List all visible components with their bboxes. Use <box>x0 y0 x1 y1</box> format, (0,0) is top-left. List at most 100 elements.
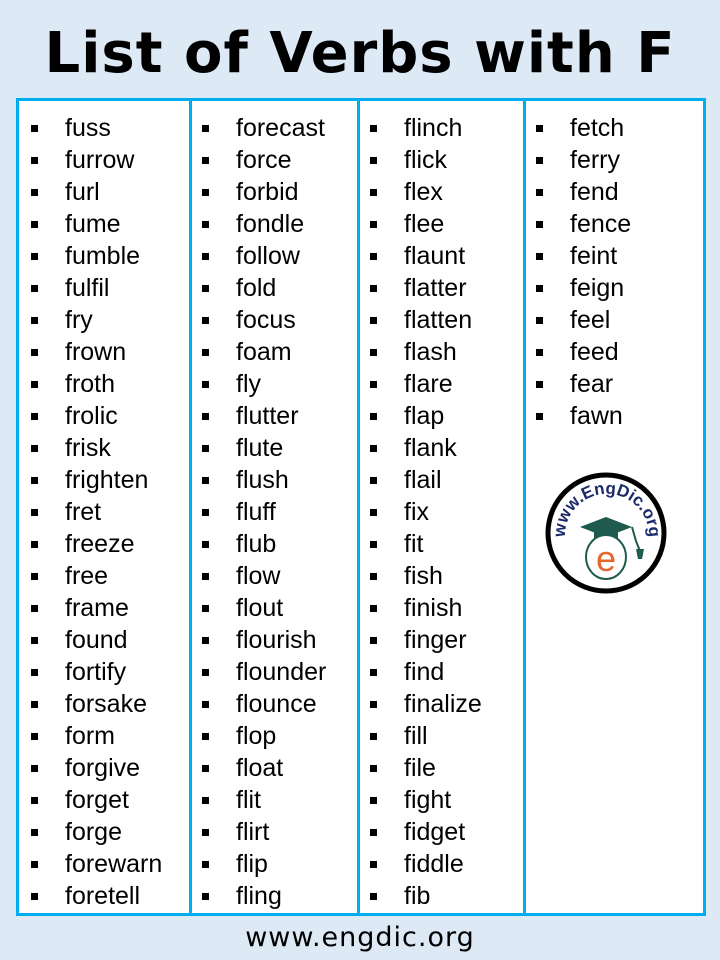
verb-list-item: flow <box>192 560 357 592</box>
square-bullet-icon <box>31 764 38 772</box>
verb-column-4: fetch ferry fend fence feint feign feel feed fea… <box>523 101 706 913</box>
verb-text: flow <box>236 562 281 590</box>
square-bullet-icon <box>31 380 38 388</box>
square-bullet-icon <box>202 700 209 708</box>
square-bullet-icon <box>31 124 38 132</box>
verb-list-item: fortify <box>19 656 186 688</box>
verb-list-item: finish <box>360 592 523 624</box>
verb-text: finalize <box>404 690 482 718</box>
square-bullet-icon <box>536 252 543 260</box>
square-bullet-icon <box>536 124 543 132</box>
verb-text: fib <box>404 882 431 910</box>
verb-text: find <box>404 658 445 686</box>
verb-text: flank <box>404 434 457 462</box>
square-bullet-icon <box>202 668 209 676</box>
verb-list-item: fly <box>192 368 357 400</box>
verb-text: fend <box>570 178 619 206</box>
verb-text: forecast <box>236 114 325 142</box>
verb-list-item: furl <box>19 176 186 208</box>
verb-list-item: flounder <box>192 656 357 688</box>
verb-list-item: forewarn <box>19 848 186 880</box>
verb-text: frown <box>65 338 127 366</box>
verb-list-item: flutter <box>192 400 357 432</box>
square-bullet-icon <box>202 316 209 324</box>
square-bullet-icon <box>370 636 377 644</box>
square-bullet-icon <box>202 380 209 388</box>
square-bullet-icon <box>370 796 377 804</box>
verb-column-3: flinch flick flex flee flaunt flatter flatten f… <box>357 101 523 913</box>
square-bullet-icon <box>31 476 38 484</box>
verb-list-item: flee <box>360 208 523 240</box>
verb-text: force <box>236 146 292 174</box>
square-bullet-icon <box>31 572 38 580</box>
svg-text:e: e <box>596 538 616 579</box>
square-bullet-icon <box>370 412 377 420</box>
square-bullet-icon <box>31 284 38 292</box>
verb-list-item: fry <box>19 304 186 336</box>
square-bullet-icon <box>370 764 377 772</box>
verb-list-item: fetch <box>526 112 706 144</box>
verb-list-item: feign <box>526 272 706 304</box>
square-bullet-icon <box>31 604 38 612</box>
verb-list-item: flap <box>360 400 523 432</box>
verb-list-item: fulfil <box>19 272 186 304</box>
verb-text: fetch <box>570 114 625 142</box>
square-bullet-icon <box>202 636 209 644</box>
verb-list-item: fend <box>526 176 706 208</box>
verb-text: fry <box>65 306 93 334</box>
verb-column-2: forecast force forbid fondle follow fold focus… <box>189 101 357 913</box>
verb-text: fortify <box>65 658 127 686</box>
verb-list-item: fume <box>19 208 186 240</box>
square-bullet-icon <box>370 284 377 292</box>
square-bullet-icon <box>536 156 543 164</box>
square-bullet-icon <box>536 348 543 356</box>
verb-list-item: find <box>360 656 523 688</box>
verb-list-item: fear <box>526 368 706 400</box>
square-bullet-icon <box>202 476 209 484</box>
verb-list-item: fondle <box>192 208 357 240</box>
verb-text: fence <box>570 210 632 238</box>
verb-text: finish <box>404 594 463 622</box>
verb-list-item: flick <box>360 144 523 176</box>
verb-list-item: feint <box>526 240 706 272</box>
square-bullet-icon <box>202 604 209 612</box>
verb-text: ferry <box>570 146 620 174</box>
verb-list-item: flank <box>360 432 523 464</box>
square-bullet-icon <box>202 220 209 228</box>
square-bullet-icon <box>31 668 38 676</box>
square-bullet-icon <box>370 188 377 196</box>
verb-list-item: flex <box>360 176 523 208</box>
verb-list-item: feel <box>526 304 706 336</box>
square-bullet-icon <box>31 316 38 324</box>
verb-text: freeze <box>65 530 135 558</box>
verb-text: fluff <box>236 498 276 526</box>
square-bullet-icon <box>202 892 209 900</box>
verb-text: fidget <box>404 818 466 846</box>
square-bullet-icon <box>370 476 377 484</box>
verb-list-item: follow <box>192 240 357 272</box>
square-bullet-icon <box>370 220 377 228</box>
verb-list-item: furrow <box>19 144 186 176</box>
verb-list-item: forbid <box>192 176 357 208</box>
verb-list-item: flit <box>192 784 357 816</box>
verb-list-item: fill <box>360 720 523 752</box>
verb-text: float <box>236 754 284 782</box>
verb-text: forgive <box>65 754 141 782</box>
verb-list-item: feed <box>526 336 706 368</box>
verb-list-item: flounce <box>192 688 357 720</box>
verb-list-item: fit <box>360 528 523 560</box>
verb-text: finger <box>404 626 467 654</box>
verb-text: frighten <box>65 466 149 494</box>
square-bullet-icon <box>370 572 377 580</box>
verb-text: furrow <box>65 146 135 174</box>
verb-list-item: fret <box>19 496 186 528</box>
verb-table: fuss furrow furl fume fumble fulfil fry frown fr… <box>16 98 706 916</box>
verb-text: flatten <box>404 306 473 334</box>
square-bullet-icon <box>536 316 543 324</box>
verb-list-item: fluff <box>192 496 357 528</box>
verb-text: flail <box>404 466 442 494</box>
verb-text: fume <box>65 210 121 238</box>
verb-text: fret <box>65 498 102 526</box>
verb-text: foretell <box>65 882 141 910</box>
verb-list-item: fidget <box>360 816 523 848</box>
